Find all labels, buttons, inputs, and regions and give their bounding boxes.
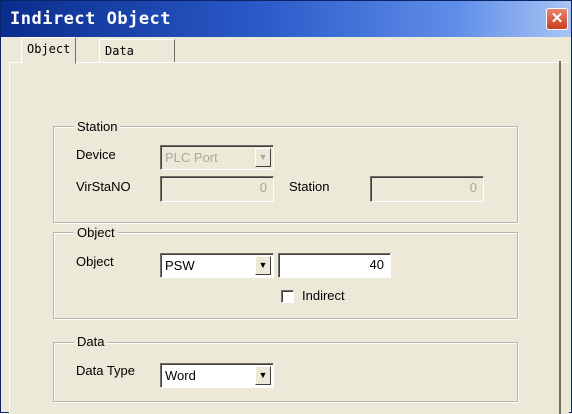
close-icon: ✕ (550, 10, 564, 27)
object-type-select[interactable]: PSW ▼ (160, 253, 274, 278)
device-label: Device (76, 147, 116, 162)
device-select-value: PLC Port (165, 150, 218, 165)
object-label: Object (76, 254, 114, 269)
station-group (53, 126, 518, 223)
indirect-checkbox[interactable] (281, 290, 294, 303)
station-label: Station (289, 179, 330, 194)
window-title: Indirect Object (10, 9, 172, 29)
indirect-object-dialog: Indirect Object ✕ Object Data Station De… (0, 0, 572, 414)
indirect-checkbox-label: Indirect (302, 288, 345, 303)
data-type-select[interactable]: Word ▼ (160, 363, 274, 388)
chevron-down-icon[interactable]: ▼ (255, 148, 271, 167)
chevron-down-icon[interactable]: ▼ (255, 366, 271, 385)
object-type-select-value: PSW (165, 258, 195, 273)
chevron-down-icon[interactable]: ▼ (255, 256, 271, 275)
device-select[interactable]: PLC Port ▼ (160, 145, 274, 170)
station-field-value: 0 (469, 180, 477, 195)
virstano-label: VirStaNO (76, 179, 131, 194)
close-button[interactable]: ✕ (546, 8, 568, 30)
tab-object[interactable]: Object (21, 37, 77, 64)
station-field[interactable]: 0 (370, 176, 484, 202)
tab-data-label: Data (105, 44, 134, 58)
object-number-field[interactable]: 40 (278, 253, 391, 278)
tab-data[interactable]: Data (99, 39, 175, 63)
data-type-select-value: Word (165, 368, 196, 383)
station-group-legend: Station (74, 119, 121, 134)
data-type-label: Data Type (76, 363, 136, 378)
tab-page-right-border (559, 61, 561, 414)
object-number-value: 40 (369, 257, 384, 272)
virstano-field[interactable]: 0 (160, 176, 274, 202)
tab-page-object: Station Device PLC Port ▼ VirStaNO 0 Sta… (9, 62, 569, 414)
title-bar[interactable]: Indirect Object ✕ (1, 1, 571, 37)
tab-object-label: Object (27, 42, 71, 56)
virstano-field-value: 0 (259, 180, 267, 195)
data-group-legend: Data (74, 334, 108, 349)
object-group-legend: Object (74, 225, 118, 240)
